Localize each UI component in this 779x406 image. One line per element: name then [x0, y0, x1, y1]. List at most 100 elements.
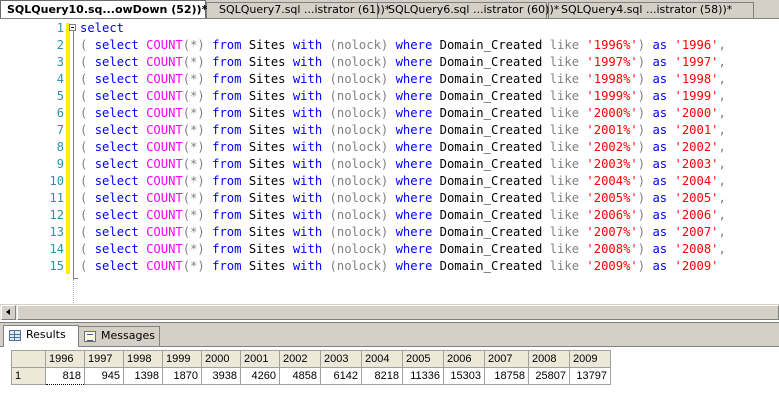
grid-cell[interactable]: 15303 [443, 367, 485, 385]
open-paren: ( [80, 174, 88, 188]
paren-star: (*) [182, 225, 205, 239]
grid-cell[interactable]: 18758 [484, 367, 529, 385]
document-tab[interactable]: SQLQuery10.sq...owDown (52))* [0, 0, 207, 18]
paren-star: (*) [182, 208, 205, 222]
table-row[interactable]: 1 818 945 1398 1870 3938 4260 4858 6142 8218 11336… [11, 367, 611, 385]
grid-cell[interactable]: 6142 [320, 367, 362, 385]
table-hint: (nolock) [329, 208, 389, 222]
column-header[interactable]: 2000 [201, 350, 241, 368]
alias-literal: '1996' [674, 38, 719, 52]
pattern-literal: '2001%' [586, 123, 638, 137]
row-header[interactable]: 1 [11, 367, 46, 385]
query-editor[interactable]: 1 select 2( select COUNT(*) from Sites wit… [0, 19, 779, 304]
column-header[interactable]: 2003 [320, 350, 362, 368]
sql-operator: like [549, 55, 580, 69]
column-name: Domain_Created [439, 242, 543, 256]
comma: , [718, 140, 726, 154]
sql-keyword: from [212, 38, 242, 52]
grid-corner[interactable] [11, 350, 46, 368]
table-hint: (nolock) [329, 157, 389, 171]
column-header[interactable]: 1999 [162, 350, 202, 368]
sql-function: COUNT [146, 38, 183, 52]
grid-cell[interactable]: 1398 [123, 367, 163, 385]
sql-keyword: as [652, 208, 668, 222]
sql-keyword: where [395, 174, 433, 188]
alias-literal: '2006' [674, 208, 719, 222]
column-header[interactable]: 2005 [402, 350, 444, 368]
pattern-literal: '2005%' [586, 191, 638, 205]
sql-keyword: with [292, 259, 323, 273]
sql-function: COUNT [146, 225, 183, 239]
open-paren: ( [80, 191, 88, 205]
code-line: select [80, 20, 124, 37]
sql-function: COUNT [146, 140, 183, 154]
column-header[interactable]: 2009 [569, 350, 611, 368]
column-name: Domain_Created [439, 191, 543, 205]
results-pane: 1996 1997 1998 1999 2000 2001 2002 2003 2004 2005… [0, 346, 779, 406]
grid-cell[interactable]: 818 [45, 367, 85, 385]
column-header[interactable]: 1998 [123, 350, 163, 368]
grid-cell[interactable]: 11336 [402, 367, 444, 385]
document-tab[interactable]: SQLQuery7.sql ...istrator (61))* [206, 2, 390, 18]
sql-operator: like [549, 174, 580, 188]
results-grid[interactable]: 1996 1997 1998 1999 2000 2001 2002 2003 2004 2005… [11, 350, 611, 385]
sql-keyword: from [212, 242, 242, 256]
table-name: Sites [248, 191, 286, 205]
column-header[interactable]: 2004 [361, 350, 403, 368]
table-name: Sites [248, 242, 286, 256]
line-number: 7 [56, 123, 64, 137]
collapse-outline-icon[interactable] [69, 24, 76, 31]
column-header[interactable]: 2002 [279, 350, 321, 368]
sql-operator: like [549, 89, 580, 103]
column-header[interactable]: 1997 [84, 350, 124, 368]
column-header[interactable]: 1996 [45, 350, 85, 368]
line-number: 9 [56, 157, 64, 171]
grid-cell[interactable]: 25807 [528, 367, 570, 385]
document-tab[interactable]: SQLQuery4.sql ...istrator (58))* [548, 2, 754, 18]
grid-cell[interactable]: 3938 [201, 367, 241, 385]
line-number: 8 [56, 140, 64, 154]
sql-keyword: where [395, 225, 433, 239]
code-line: ( select COUNT(*) from Sites with (noloc… [80, 190, 726, 207]
grid-cell[interactable]: 945 [84, 367, 124, 385]
paren-star: (*) [182, 174, 205, 188]
scroll-left-arrow-icon[interactable] [1, 305, 16, 320]
table-hint: (nolock) [329, 89, 389, 103]
sql-keyword: as [652, 225, 668, 239]
open-paren: ( [80, 242, 88, 256]
sql-function: COUNT [146, 55, 183, 69]
sql-keyword: as [652, 123, 668, 137]
scrollbar-thumb[interactable] [17, 305, 779, 320]
column-name: Domain_Created [439, 157, 543, 171]
editor-horizontal-scrollbar[interactable] [0, 304, 779, 320]
sql-keyword: from [212, 225, 242, 239]
sql-keyword: where [395, 55, 433, 69]
grid-cell[interactable]: 8218 [361, 367, 403, 385]
sql-keyword: select [94, 191, 139, 205]
sql-keyword: where [395, 242, 433, 256]
code-line: ( select COUNT(*) from Sites with (noloc… [80, 258, 719, 275]
grid-cell[interactable]: 4858 [279, 367, 321, 385]
column-header[interactable]: 2006 [443, 350, 485, 368]
sql-keyword: from [212, 72, 242, 86]
line-number: 14 [49, 242, 64, 256]
tab-messages[interactable]: Messages [78, 326, 160, 346]
sql-keyword: where [395, 72, 433, 86]
sql-keyword: select [94, 55, 139, 69]
table-name: Sites [248, 208, 286, 222]
sql-operator: like [549, 208, 580, 222]
sql-operator: like [549, 72, 580, 86]
sql-keyword: as [652, 89, 668, 103]
line-number: 2 [56, 38, 64, 52]
grid-cell[interactable]: 4260 [240, 367, 280, 385]
grid-cell[interactable]: 1870 [162, 367, 202, 385]
column-header[interactable]: 2008 [528, 350, 570, 368]
grid-header-row: 1996 1997 1998 1999 2000 2001 2002 2003 2004 2005… [11, 350, 611, 368]
column-header[interactable]: 2007 [484, 350, 529, 368]
line-number: 10 [49, 174, 64, 188]
grid-cell[interactable]: 13797 [569, 367, 611, 385]
document-tab[interactable]: SQLQuery6.sql ...istrator (60))* [375, 2, 559, 18]
column-header[interactable]: 2001 [240, 350, 280, 368]
column-name: Domain_Created [439, 38, 543, 52]
tab-results[interactable]: Results [3, 325, 79, 347]
